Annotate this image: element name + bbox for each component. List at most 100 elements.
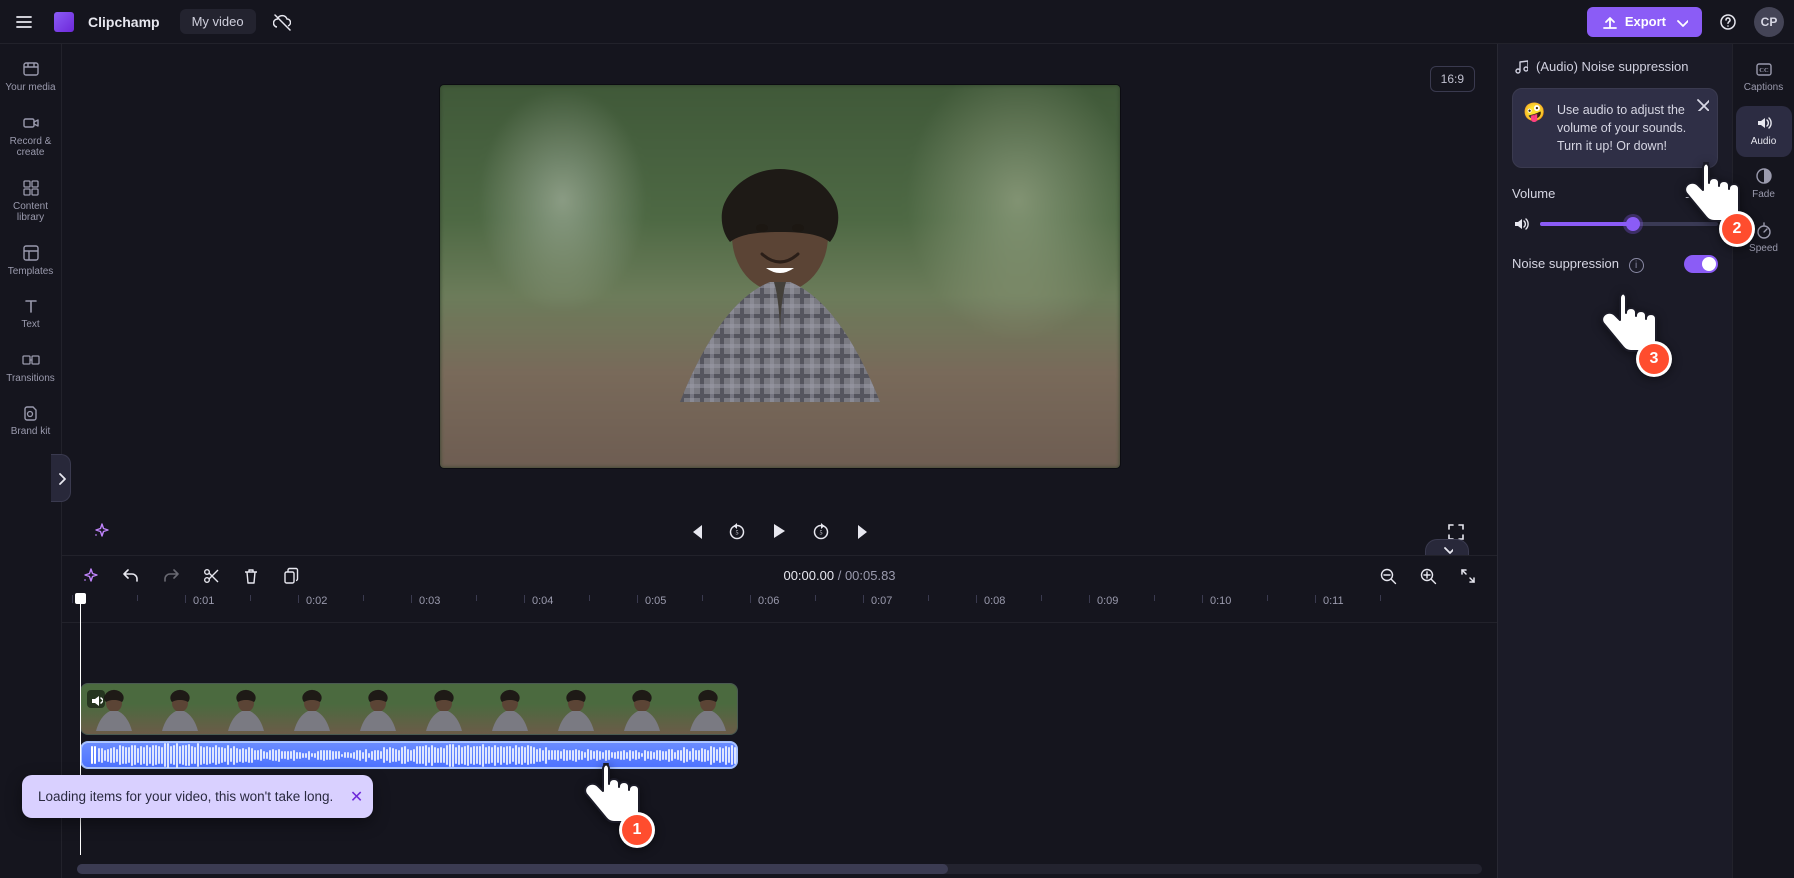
scrollbar-thumb[interactable] [77,864,948,874]
ns-label: Noise suppression [1512,256,1619,271]
sidebar-item-label: Templates [8,266,54,278]
volume-icon[interactable] [1512,215,1530,233]
menu-button[interactable] [10,8,38,36]
ruler-tick: 0:08 [984,595,1005,607]
transport-bar [62,509,1497,555]
export-label: Export [1625,14,1666,29]
app-name: Clipchamp [88,14,160,30]
zoom-in-button[interactable] [1417,565,1439,587]
sidebar-item-transitions[interactable]: Transitions [3,343,59,395]
ai-tools-button[interactable] [80,565,102,587]
left-sidebar: Your media Record & create Content libra… [0,44,62,878]
sidebar-item-brandkit[interactable]: Brand kit [3,396,59,448]
rightbar-item-audio[interactable]: Audio [1736,106,1792,158]
ruler-tick: 0:09 [1097,595,1118,607]
skip-end-button[interactable] [853,521,875,543]
ruler-tick: 0:07 [871,595,892,607]
timeline-ruler[interactable]: 00:010:020:030:040:050:060:070:080:090:1… [62,595,1497,623]
audio-clip[interactable] [80,741,738,769]
project-name[interactable]: My video [180,9,256,34]
skip-start-button[interactable] [685,521,707,543]
volume-label: Volume [1512,186,1555,201]
transitions-icon [22,351,40,369]
loading-toast: Loading items for your video, this won't… [22,775,373,818]
current-time: 00:00.00 [783,568,834,583]
audio-tip-text: Use audio to adjust the volume of your s… [1557,103,1686,153]
upload-icon [1601,14,1617,30]
noise-suppression-toggle[interactable] [1684,255,1718,273]
tip-close-button[interactable] [1695,97,1709,111]
text-icon [22,297,40,315]
sidebar-item-label: Brand kit [11,426,50,438]
rightbar-item-fade[interactable]: Fade [1736,159,1792,211]
cloud-sync-off-icon[interactable] [268,8,296,36]
fade-icon [1755,167,1773,185]
audio-waveform [98,743,738,768]
ruler-tick: 0:11 [1323,595,1344,607]
rightbar-item-captions[interactable]: Captions [1736,52,1792,104]
rightbar-label: Audio [1751,136,1777,148]
video-clip[interactable] [80,683,738,735]
duplicate-button[interactable] [280,565,302,587]
delete-button[interactable] [240,565,262,587]
play-button[interactable] [769,521,791,543]
sidebar-item-label: Text [21,319,39,331]
ruler-tick: 0:04 [532,595,553,607]
split-button[interactable] [200,565,222,587]
sidebar-item-content-library[interactable]: Content library [3,171,59,234]
captions-icon [1755,60,1773,78]
media-icon [22,60,40,78]
sidebar-item-text[interactable]: Text [3,289,59,341]
collapse-preview-tab[interactable] [1425,539,1469,555]
ruler-tick: 0:06 [758,595,779,607]
clip-mute-icon[interactable] [87,690,105,708]
sidebar-item-label: Record & create [3,136,59,159]
aspect-ratio-button[interactable]: 16:9 [1430,66,1475,92]
library-icon [22,179,40,197]
music-icon [1512,58,1528,74]
back-5s-button[interactable] [727,521,749,543]
sidebar-item-record[interactable]: Record & create [3,106,59,169]
info-icon[interactable]: i [1629,258,1644,273]
undo-button[interactable] [120,565,142,587]
sidebar-item-templates[interactable]: Templates [3,236,59,288]
volume-row: Volume 100% [1512,186,1718,201]
right-sidebar: Captions Audio Fade Speed [1732,44,1794,878]
sidebar-item-label: Transitions [6,373,55,385]
top-bar: Clipchamp My video Export CP [0,0,1794,44]
clip-left-handle[interactable] [91,746,96,764]
audio-icon [1755,114,1773,132]
magic-tool-icon[interactable] [92,521,114,543]
app-logo-icon [54,12,74,32]
ruler-tick: 0:02 [306,595,327,607]
sidebar-item-media[interactable]: Your media [3,52,59,104]
user-avatar[interactable]: CP [1754,7,1784,37]
sidebar-item-label: Content library [3,201,59,224]
editor-main: 16:9 [62,44,1497,878]
toast-close-button[interactable]: ✕ [350,787,363,807]
panel-title: (Audio) Noise suppression [1536,59,1688,74]
audio-panel: (Audio) Noise suppression 🤪 Use audio to… [1497,44,1732,878]
timeline-toolbar: 00:00.00 / 00:05.83 [62,555,1497,595]
brandkit-icon [22,404,40,422]
preview-canvas[interactable] [440,85,1120,468]
templates-icon [22,244,40,262]
preview-area: 16:9 [62,44,1497,509]
chevron-down-icon [1674,15,1688,29]
redo-button[interactable] [160,565,182,587]
total-time: 00:05.83 [845,568,896,583]
timeline-tracks[interactable] [62,623,1497,878]
volume-value: 100% [1685,186,1718,201]
rightbar-label: Speed [1749,243,1778,255]
timeline-scrollbar[interactable] [77,864,1482,874]
slider-thumb[interactable] [1626,217,1640,231]
forward-5s-button[interactable] [811,521,833,543]
rightbar-item-speed[interactable]: Speed [1736,213,1792,265]
zoom-out-button[interactable] [1377,565,1399,587]
toast-text: Loading items for your video, this won't… [38,789,333,804]
rightbar-label: Fade [1752,189,1775,201]
zoom-fit-button[interactable] [1457,565,1479,587]
volume-slider[interactable] [1540,222,1718,226]
export-button[interactable]: Export [1587,7,1702,37]
help-button[interactable] [1714,8,1742,36]
